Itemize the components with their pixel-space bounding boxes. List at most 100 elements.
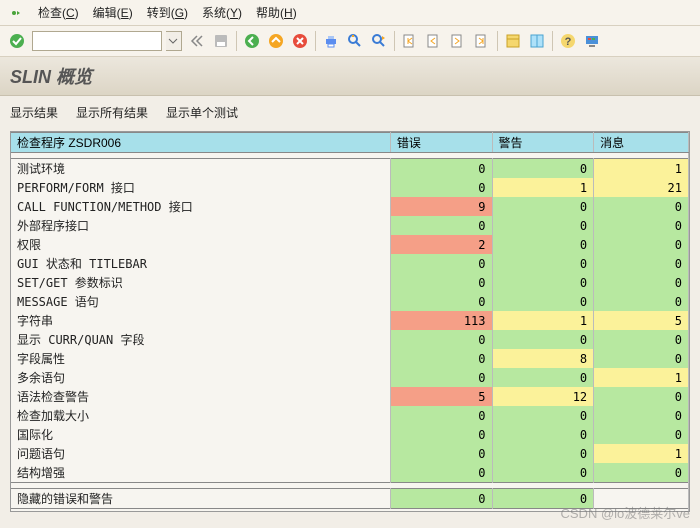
cancel-red-icon[interactable] [289, 30, 311, 52]
first-page-icon[interactable] [399, 30, 421, 52]
cell-err: 0 [390, 330, 492, 349]
back-green-icon[interactable] [241, 30, 263, 52]
save-icon[interactable] [210, 30, 232, 52]
col-header-messages[interactable]: 消息 [594, 133, 689, 153]
table-row[interactable]: PERFORM/FORM 接口0121 [11, 178, 689, 197]
cell-err: 0 [390, 254, 492, 273]
menu-item[interactable]: 检查(C) [38, 6, 79, 20]
cell-err: 0 [390, 444, 492, 463]
table-row[interactable]: CALL FUNCTION/METHOD 接口900 [11, 197, 689, 216]
cell-msg: 21 [594, 178, 689, 197]
table-row[interactable]: 语法检查警告5120 [11, 387, 689, 406]
table-row[interactable]: 外部程序接口000 [11, 216, 689, 235]
last-page-icon[interactable] [471, 30, 493, 52]
gui-icon[interactable] [581, 30, 603, 52]
show-single-test-button[interactable]: 显示单个测试 [166, 104, 238, 121]
results-panel: 检查程序 ZSDR006 错误 警告 消息 测试环境001PERFORM/FOR… [10, 131, 690, 512]
col-header-program[interactable]: 检查程序 ZSDR006 [11, 133, 390, 153]
cell-msg: 0 [594, 216, 689, 235]
cell-msg: 0 [594, 387, 689, 406]
cell-warn: 0 [492, 368, 594, 387]
table-row[interactable]: 问题语句001 [11, 444, 689, 463]
menu-item[interactable]: 系统(Y) [202, 6, 242, 20]
row-label: 语法检查警告 [11, 387, 390, 406]
cell-warn: 8 [492, 349, 594, 368]
cell-msg: 0 [594, 197, 689, 216]
row-label: 显示 CURR/QUAN 字段 [11, 330, 390, 349]
cell-warn: 1 [492, 311, 594, 330]
cell-err: 113 [390, 311, 492, 330]
table-row[interactable]: GUI 状态和 TITLEBAR000 [11, 254, 689, 273]
cell-warn: 0 [492, 463, 594, 483]
table-row[interactable]: 字符串11315 [11, 311, 689, 330]
row-label: 测试环境 [11, 159, 390, 179]
cell-err: 0 [390, 368, 492, 387]
table-row[interactable]: 国际化000 [11, 425, 689, 444]
command-field-dropdown[interactable] [166, 31, 182, 51]
prev-page-icon[interactable] [423, 30, 445, 52]
find-icon[interactable] [344, 30, 366, 52]
chevrons-left-icon[interactable] [186, 30, 208, 52]
print-icon[interactable] [320, 30, 342, 52]
show-results-button[interactable]: 显示结果 [10, 104, 58, 121]
toolbar-separator [552, 31, 553, 51]
table-row[interactable]: SET/GET 参数标识000 [11, 273, 689, 292]
cell-msg: 0 [594, 292, 689, 311]
row-label: 问题语句 [11, 444, 390, 463]
row-label: 隐藏的错误和警告 [11, 489, 390, 509]
layout1-icon[interactable] [502, 30, 524, 52]
layout2-icon[interactable] [526, 30, 548, 52]
row-label: MESSAGE 语句 [11, 292, 390, 311]
menu-item[interactable]: 转到(G) [147, 6, 188, 20]
up-orange-icon[interactable] [265, 30, 287, 52]
menu-item[interactable]: 帮助(H) [256, 6, 297, 20]
cell-warn: 0 [492, 425, 594, 444]
cell-warn: 0 [492, 235, 594, 254]
cell-err: 0 [390, 463, 492, 483]
table-row[interactable]: MESSAGE 语句000 [11, 292, 689, 311]
table-row[interactable]: 检查加载大小000 [11, 406, 689, 425]
app-toolbar: ? [0, 26, 700, 57]
cell-warn: 0 [492, 444, 594, 463]
row-label: 结构增强 [11, 463, 390, 483]
row-label: 字段属性 [11, 349, 390, 368]
cell-msg: 1 [594, 444, 689, 463]
row-label: 字符串 [11, 311, 390, 330]
row-label: 权限 [11, 235, 390, 254]
row-label: CALL FUNCTION/METHOD 接口 [11, 197, 390, 216]
help-icon[interactable]: ? [557, 30, 579, 52]
row-label: SET/GET 参数标识 [11, 273, 390, 292]
cell-err: 2 [390, 235, 492, 254]
cell-msg: 0 [594, 254, 689, 273]
ok-button[interactable] [6, 30, 28, 52]
toolbar-separator [236, 31, 237, 51]
menu-item[interactable]: 编辑(E) [93, 6, 133, 20]
cell-msg: 1 [594, 368, 689, 387]
watermark: CSDN @lo波德莱尔ve [561, 503, 691, 522]
command-field[interactable] [32, 31, 162, 51]
cell-msg: 0 [594, 273, 689, 292]
cell-msg: 0 [594, 330, 689, 349]
cell-warn: 1 [492, 178, 594, 197]
table-row[interactable]: 权限200 [11, 235, 689, 254]
next-page-icon[interactable] [447, 30, 469, 52]
cell-err: 0 [390, 273, 492, 292]
cell-err: 0 [390, 216, 492, 235]
cell-err: 0 [390, 159, 492, 179]
col-header-errors[interactable]: 错误 [390, 133, 492, 153]
table-row[interactable]: 测试环境001 [11, 159, 689, 179]
results-table: 检查程序 ZSDR006 错误 警告 消息 测试环境001PERFORM/FOR… [11, 132, 689, 511]
cell-warn: 0 [492, 406, 594, 425]
find-next-icon[interactable] [368, 30, 390, 52]
table-row[interactable]: 结构增强000 [11, 463, 689, 483]
show-all-results-button[interactable]: 显示所有结果 [76, 104, 148, 121]
table-row[interactable]: 显示 CURR/QUAN 字段000 [11, 330, 689, 349]
col-header-warnings[interactable]: 警告 [492, 133, 594, 153]
toolbar-separator [394, 31, 395, 51]
cell-msg: 5 [594, 311, 689, 330]
cell-warn: 0 [492, 330, 594, 349]
table-row[interactable]: 多余语句001 [11, 368, 689, 387]
menu-indicator-icon [8, 6, 22, 20]
table-row[interactable]: 字段属性080 [11, 349, 689, 368]
cell-msg: 0 [594, 235, 689, 254]
